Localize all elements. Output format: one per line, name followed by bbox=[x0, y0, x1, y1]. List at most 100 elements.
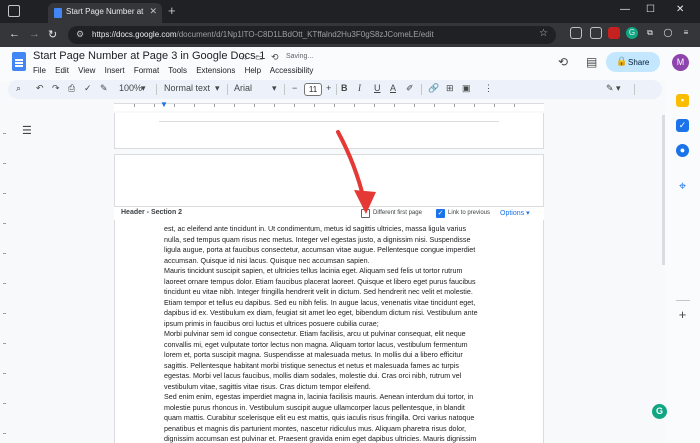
cloud-sync-icon: ⟲ bbox=[271, 52, 279, 62]
menu-view[interactable]: View bbox=[78, 66, 95, 75]
menu-accessibility[interactable]: Accessibility bbox=[270, 66, 314, 75]
move-folder-icon[interactable]: ▭ bbox=[255, 52, 264, 63]
contacts-icon[interactable]: ● bbox=[676, 144, 689, 157]
docs-header: Start Page Number at Page 3 in Google Do… bbox=[0, 47, 700, 81]
body-text-line: accumsan. Quisque id nisi lacus. Quisque… bbox=[164, 256, 370, 265]
header-section-label: Header - Section 2 bbox=[121, 209, 183, 216]
reload-icon[interactable]: ↻ bbox=[48, 28, 57, 41]
zoom-select[interactable]: 100% bbox=[119, 83, 142, 93]
decrease-font-icon[interactable]: − bbox=[292, 83, 297, 93]
close-window-button[interactable]: ✕ bbox=[676, 4, 684, 15]
chevron-down-icon[interactable]: ▾ bbox=[141, 83, 146, 94]
font-size-input[interactable]: 11 bbox=[304, 83, 322, 96]
more-icon[interactable]: ⋮ bbox=[484, 83, 493, 94]
grammarly-icon[interactable]: G bbox=[652, 404, 667, 419]
link-icon[interactable]: 🔗 bbox=[428, 83, 439, 94]
indent-marker-icon[interactable]: ▼ bbox=[160, 100, 168, 109]
outline-list-icon[interactable]: ☰ bbox=[22, 124, 32, 137]
body-text-line: Sed enim enim, egestas imperdiet magna i… bbox=[164, 393, 474, 401]
add-addon-icon[interactable]: + bbox=[676, 308, 689, 321]
body-text-line: sagittis. Pellentesque habitant morbi tr… bbox=[164, 361, 459, 370]
undo-icon[interactable]: ↶ bbox=[36, 83, 44, 94]
menu-icon[interactable]: ≡ bbox=[680, 27, 692, 39]
menu-extensions[interactable]: Extensions bbox=[196, 66, 235, 75]
tab-close-icon[interactable]: ✕ bbox=[149, 6, 157, 17]
body-text-line: lorem et, porta suscipit magna. Suspendi… bbox=[164, 351, 463, 359]
site-info-icon[interactable]: ⚙ bbox=[76, 29, 84, 40]
editing-mode-icon[interactable]: ✎ ▾ bbox=[606, 83, 621, 94]
chevron-down-icon[interactable]: ▾ bbox=[272, 83, 277, 94]
share-label: Share bbox=[628, 58, 650, 67]
menu-edit[interactable]: Edit bbox=[55, 66, 69, 75]
horizontal-ruler[interactable] bbox=[0, 100, 660, 113]
share-button[interactable]: 🔒 Share bbox=[606, 52, 660, 72]
spellcheck-icon[interactable]: ✓ bbox=[84, 83, 92, 94]
bookmark-star-icon[interactable]: ☆ bbox=[539, 28, 548, 39]
body-text-line: laoreet ornare tempus dolor. Etiam fauci… bbox=[164, 277, 476, 286]
keep-icon[interactable]: ▪ bbox=[676, 94, 689, 107]
profile-icon[interactable]: ◯ bbox=[662, 27, 674, 39]
window-menu-icon[interactable] bbox=[8, 5, 20, 17]
pocket-icon[interactable] bbox=[570, 27, 582, 39]
insert-image-icon[interactable]: ▣ bbox=[462, 83, 471, 94]
maximize-button[interactable]: ☐ bbox=[646, 4, 655, 15]
font-select[interactable]: Arial bbox=[234, 83, 252, 93]
avatar[interactable]: M bbox=[672, 54, 689, 71]
menu-help[interactable]: Help bbox=[245, 66, 261, 75]
address-bar[interactable]: ⚙ https://docs.google.com/document/d/1Np… bbox=[68, 26, 556, 44]
text-color-button[interactable]: A bbox=[390, 83, 396, 93]
add-comment-icon[interactable]: ⊞ bbox=[446, 83, 454, 94]
vertical-ruler[interactable] bbox=[0, 113, 8, 443]
menu-tools[interactable]: Tools bbox=[168, 66, 187, 75]
menu-format[interactable]: Format bbox=[134, 66, 159, 75]
italic-button[interactable]: I bbox=[358, 83, 361, 93]
new-tab-button[interactable]: + bbox=[168, 3, 176, 18]
browser-tab-strip: Start Page Number at Page 3 in ✕ + — ☐ ✕ bbox=[0, 0, 700, 23]
link-to-previous-checkbox[interactable]: ✓ bbox=[436, 209, 445, 218]
document-body[interactable]: est, ac eleifend ante tincidunt in. Ut c… bbox=[164, 224, 504, 443]
grammarly-extension-icon[interactable]: G bbox=[626, 27, 638, 39]
star-icon[interactable]: ☆ bbox=[240, 52, 248, 63]
extension-icon[interactable] bbox=[608, 27, 620, 39]
editing-toolbar: ⌕ ↶ ↷ ⎙ ✓ ✎ 100% ▾ Normal text ▾ Arial ▾… bbox=[8, 80, 662, 99]
page-1-bottom[interactable] bbox=[114, 113, 544, 149]
download-icon[interactable] bbox=[590, 27, 602, 39]
tasks-icon[interactable]: ✓ bbox=[676, 119, 689, 132]
search-menus-icon[interactable]: ⌕ bbox=[16, 83, 21, 94]
paragraph-style-select[interactable]: Normal text bbox=[164, 83, 210, 93]
underline-button[interactable]: U bbox=[374, 83, 381, 93]
body-text-line: convallis mi, eget vulputate tortor lect… bbox=[164, 340, 468, 349]
url-text: https://docs.google.com/document/d/1Np1l… bbox=[92, 30, 434, 39]
body-text-line: ipsum primis in faucibus orci luctus et … bbox=[164, 319, 379, 328]
link-to-previous-label[interactable]: Link to previous bbox=[448, 210, 490, 216]
body-text-line: ligula augue, porta at faucibus consecte… bbox=[164, 246, 476, 254]
back-icon[interactable]: ← bbox=[9, 28, 20, 40]
options-dropdown[interactable]: Options ▾ bbox=[500, 209, 530, 217]
menu-file[interactable]: File bbox=[33, 66, 46, 75]
forward-icon[interactable]: → bbox=[29, 28, 40, 40]
print-icon[interactable]: ⎙ bbox=[68, 83, 75, 94]
highlight-icon[interactable]: ✐ bbox=[406, 83, 414, 94]
body-text-line: dignissim accumsan est pulvinar et. Prae… bbox=[164, 435, 477, 443]
body-text-line: molestie purus rhoncus in. Vestibulum su… bbox=[164, 403, 465, 412]
body-text-line: Morbi pulvinar sem id congue consectetur… bbox=[164, 330, 466, 338]
paint-format-icon[interactable]: ✎ bbox=[100, 83, 108, 94]
docs-home-icon[interactable] bbox=[12, 52, 26, 71]
chevron-down-icon[interactable]: ▾ bbox=[215, 83, 220, 94]
browser-tab[interactable]: Start Page Number at Page 3 in ✕ bbox=[48, 3, 162, 23]
header-section-bar: Header - Section 2 Different first page … bbox=[114, 206, 544, 220]
history-icon[interactable]: ⟲ bbox=[558, 55, 568, 69]
extensions-icon[interactable]: ⧉ bbox=[644, 27, 656, 39]
comment-icon[interactable]: ▤ bbox=[586, 55, 597, 69]
document-title[interactable]: Start Page Number at Page 3 in Google Do… bbox=[33, 50, 265, 62]
lock-icon: 🔒 bbox=[616, 56, 628, 66]
bold-button[interactable]: B bbox=[341, 83, 348, 93]
menu-insert[interactable]: Insert bbox=[105, 66, 125, 75]
increase-font-icon[interactable]: + bbox=[326, 83, 331, 93]
annotation-arrow-icon bbox=[336, 130, 376, 214]
maps-icon[interactable]: ⌖ bbox=[676, 179, 689, 192]
redo-icon[interactable]: ↷ bbox=[52, 83, 60, 94]
body-text-line: quam mattis. Curabitur scelerisque elit … bbox=[164, 414, 475, 422]
minimize-button[interactable]: — bbox=[620, 4, 630, 15]
body-text-line: dapibus id ex. Vestibulum ex diam, feugi… bbox=[164, 309, 478, 317]
